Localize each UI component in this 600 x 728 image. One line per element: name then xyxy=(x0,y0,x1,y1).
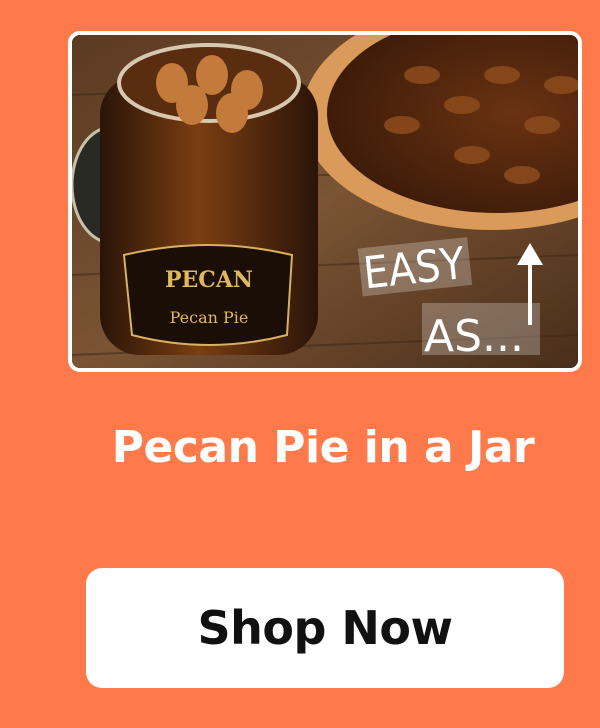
product-title: Pecan Pie in a Jar xyxy=(111,422,535,473)
svg-text:Pecan Pie: Pecan Pie xyxy=(170,308,249,327)
svg-text:PECAN: PECAN xyxy=(165,267,253,293)
hero-photo: PECAN Pecan Pie EASY AS... xyxy=(72,35,578,368)
overlay-text-as: AS... xyxy=(424,311,524,362)
shop-now-button[interactable]: Shop Now xyxy=(86,568,564,688)
overlay-text-easy: EASY xyxy=(361,238,468,299)
hero-image: PECAN Pecan Pie EASY AS... xyxy=(68,31,582,372)
